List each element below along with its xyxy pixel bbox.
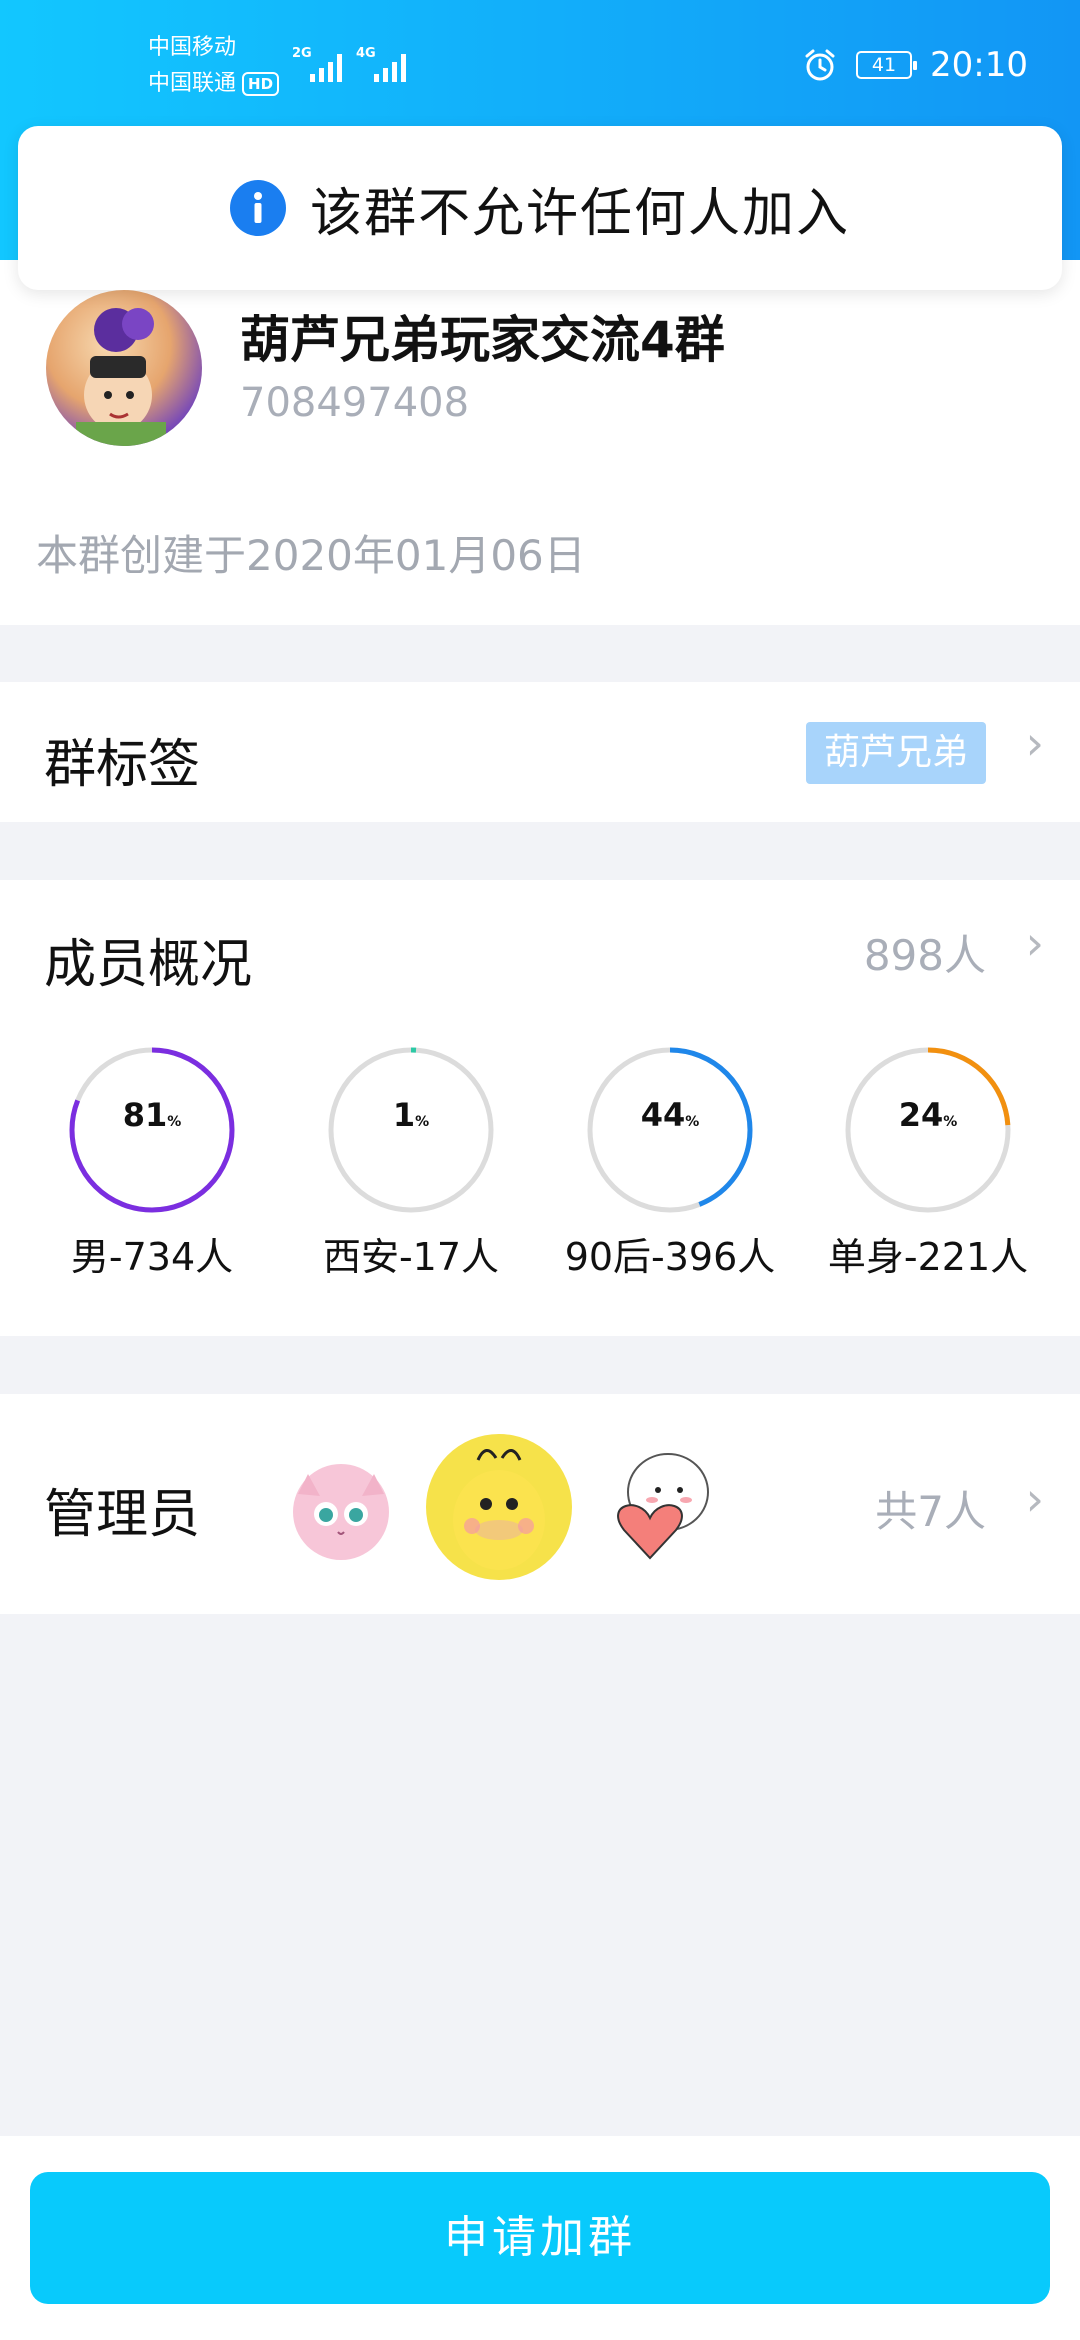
- members-title: 成员概况: [44, 935, 253, 995]
- carrier-1: 中国移动: [148, 35, 237, 60]
- member-count[interactable]: 898人: [864, 922, 986, 983]
- admin-avatar[interactable]: [584, 1434, 730, 1580]
- join-group-button[interactable]: 申请加群: [30, 2172, 1050, 2304]
- stat-label: 90后-396人: [564, 1235, 776, 1279]
- stat-percent: 24: [898, 1096, 944, 1134]
- tag-chip: 葫芦兄弟: [805, 722, 986, 784]
- info-icon: [229, 180, 286, 236]
- bottom-action-bar: 申请加群: [0, 2136, 1080, 2340]
- stat-age: 44% 90后-396人: [540, 1044, 800, 1281]
- percent-unit: %: [415, 1114, 430, 1130]
- stat-gender: 81% 男-734人: [22, 1044, 282, 1281]
- group-id[interactable]: 708497408: [240, 380, 469, 426]
- status-right: 41 20:10: [802, 40, 1028, 90]
- signal-strength-icon: 2G: [292, 46, 348, 82]
- signal-type-label: 2G: [292, 46, 312, 61]
- admins-row[interactable]: 管理员 共7人 ›: [0, 1394, 1080, 1614]
- percent-unit: %: [685, 1114, 700, 1130]
- stat-percent: 81: [122, 1096, 168, 1134]
- chevron-right-icon[interactable]: ›: [1026, 916, 1044, 970]
- chevron-right-icon: ›: [1025, 1472, 1044, 1526]
- carrier-info: 中国移动 中国联通 HD: [148, 30, 280, 102]
- stat-location: 1% 西安-17人: [281, 1044, 541, 1281]
- admin-avatar[interactable]: [268, 1434, 414, 1580]
- group-created-date: 本群创建于2020年01月06日: [36, 531, 586, 580]
- stat-percent: 1: [392, 1096, 416, 1134]
- stat-single: 24% 单身-221人: [798, 1044, 1058, 1281]
- carrier-2: 中国联通: [148, 71, 237, 96]
- toast-message: 该群不允许任何人加入: [309, 183, 850, 244]
- group-name: 葫芦兄弟玩家交流4群: [240, 311, 725, 369]
- stat-label: 男-734人: [70, 1235, 234, 1279]
- alarm-icon: [805, 49, 835, 81]
- group-avatar[interactable]: [46, 290, 202, 446]
- hd-badge: HD: [242, 72, 280, 96]
- clock: 20:10: [930, 45, 1028, 85]
- toast-notification: 该群不允许任何人加入: [18, 126, 1062, 290]
- battery-icon: 41: [856, 51, 918, 79]
- group-profile-page: 中国移动 中国联通 HD 2G 4G 41 20:10 该群不允许任何人加入 葫…: [0, 0, 1080, 2340]
- status-bar: 中国移动 中国联通 HD 2G 4G 41 20:10: [0, 0, 1080, 130]
- stat-label: 单身-221人: [827, 1235, 1029, 1279]
- admins-title: 管理员: [44, 1485, 201, 1545]
- members-overview-card: 成员概况 898人 › 81% 男-734人 1% 西安-17人 44% 90后…: [0, 880, 1080, 1336]
- signal-strength-icon: 4G: [356, 46, 412, 82]
- stat-percent: 44: [640, 1096, 686, 1134]
- tags-title: 群标签: [44, 735, 201, 795]
- admin-count: 共7人: [875, 1487, 986, 1536]
- member-stats: 81% 男-734人 1% 西安-17人 44% 90后-396人 24% 单身…: [0, 1044, 1080, 1294]
- stat-label: 西安-17人: [322, 1235, 500, 1279]
- percent-unit: %: [167, 1114, 182, 1130]
- admin-avatar[interactable]: [426, 1434, 572, 1580]
- group-tags-row[interactable]: 群标签 葫芦兄弟 ›: [0, 682, 1080, 822]
- group-info-card: 葫芦兄弟玩家交流4群 708497408 本群创建于2020年01月06日: [0, 260, 1080, 625]
- signal-type-label: 4G: [356, 46, 376, 61]
- percent-unit: %: [943, 1114, 958, 1130]
- chevron-right-icon: ›: [1025, 716, 1044, 770]
